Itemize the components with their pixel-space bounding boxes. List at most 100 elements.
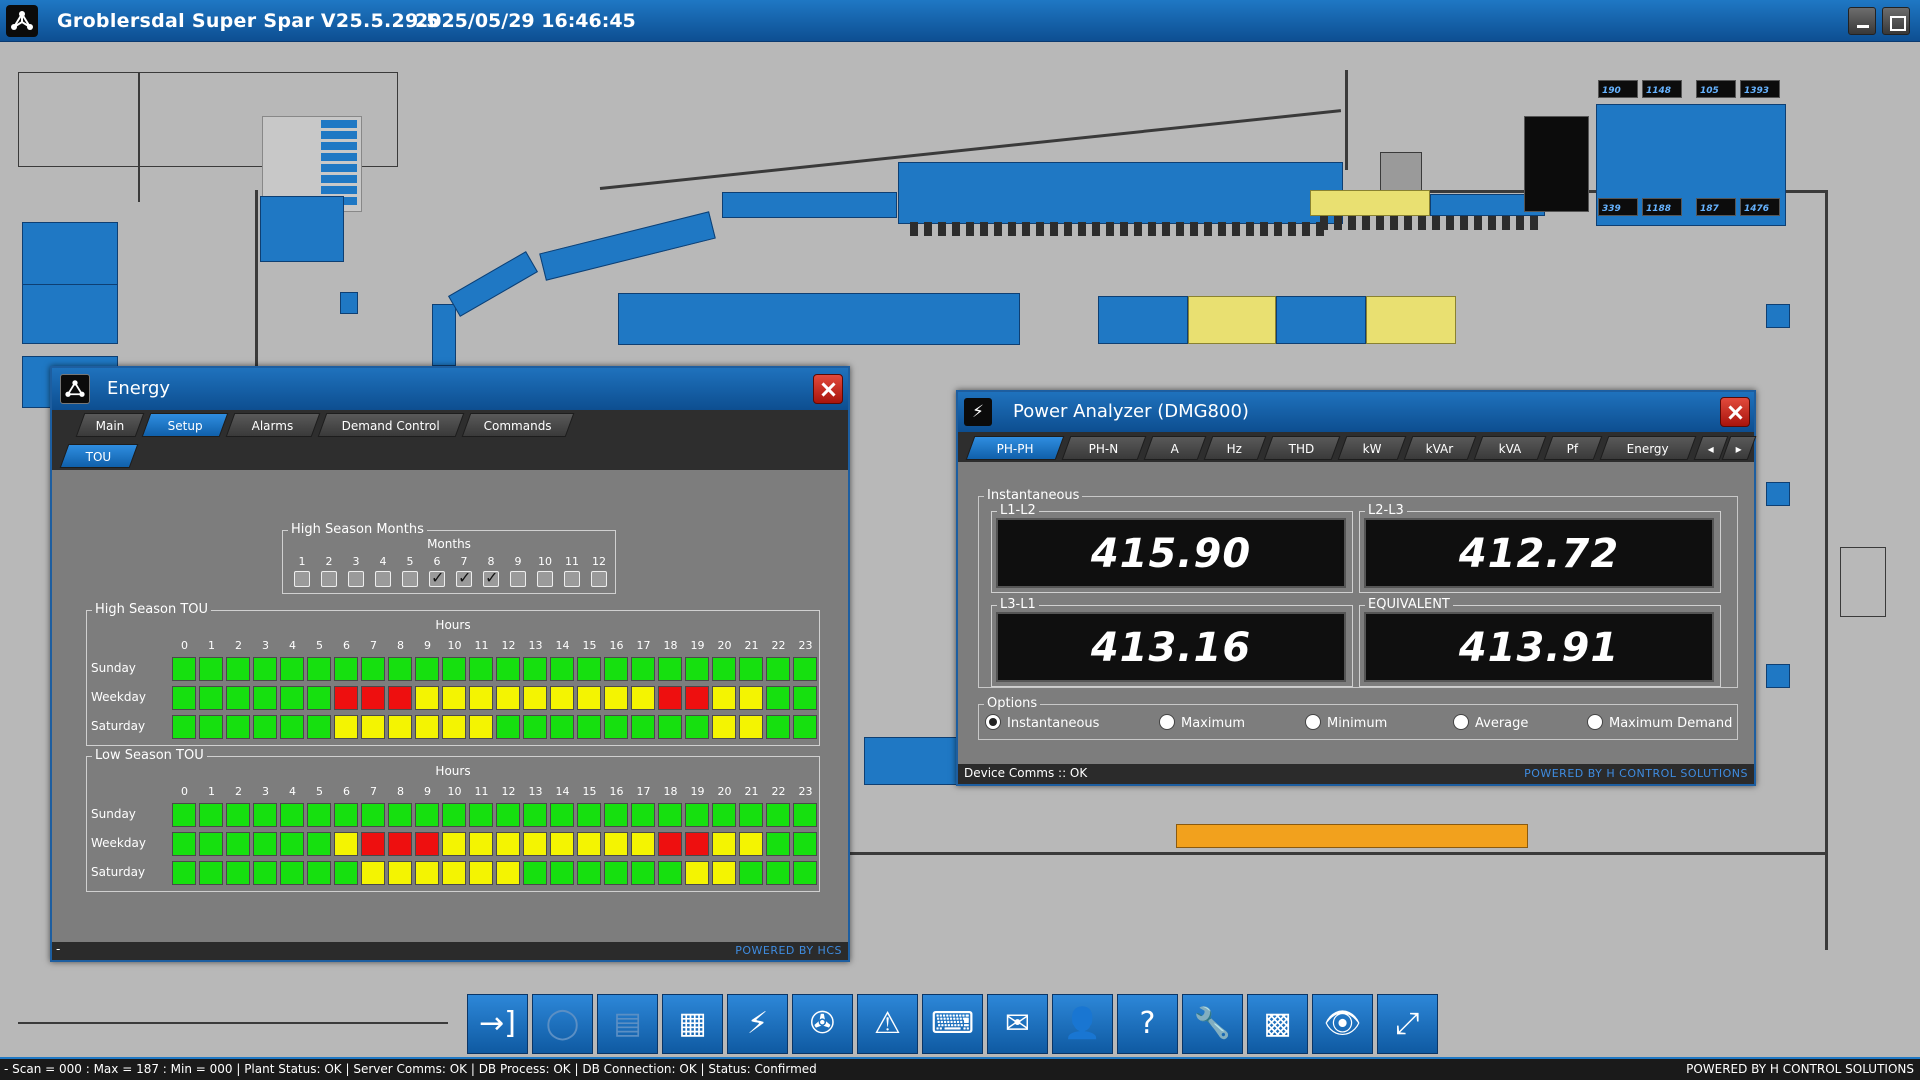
tou-cell[interactable] [415, 861, 439, 885]
tou-cell[interactable] [550, 832, 574, 856]
tab-energy[interactable]: Energy [1599, 436, 1697, 460]
option-minimum-radio[interactable]: Minimum [1305, 714, 1387, 731]
tou-cell[interactable] [280, 715, 304, 739]
tou-cell[interactable] [415, 803, 439, 827]
tou-cell[interactable] [388, 803, 412, 827]
tou-cell[interactable] [172, 715, 196, 739]
tou-cell[interactable] [307, 715, 331, 739]
tou-cell[interactable] [496, 803, 520, 827]
tou-cell[interactable] [550, 657, 574, 681]
tou-cell[interactable] [631, 715, 655, 739]
tou-cell[interactable] [307, 657, 331, 681]
tou-cell[interactable] [226, 686, 250, 710]
tou-cell[interactable] [604, 861, 628, 885]
expand-button[interactable]: ⤢ [1377, 994, 1438, 1054]
tou-cell[interactable] [172, 686, 196, 710]
tou-cell[interactable] [658, 715, 682, 739]
tou-cell[interactable] [199, 686, 223, 710]
tou-cell[interactable] [631, 861, 655, 885]
tab-kvar[interactable]: kVAr [1403, 436, 1477, 460]
tou-cell[interactable] [523, 657, 547, 681]
tou-cell[interactable] [226, 657, 250, 681]
tou-cell[interactable] [631, 657, 655, 681]
month-checkbox[interactable] [402, 571, 418, 587]
tab-thd[interactable]: THD [1263, 436, 1341, 460]
tou-cell[interactable] [199, 657, 223, 681]
tou-cell[interactable] [793, 832, 817, 856]
tou-cell[interactable] [226, 832, 250, 856]
tou-cell[interactable] [388, 657, 412, 681]
sensor-tile[interactable] [1766, 664, 1790, 688]
display-case[interactable] [539, 211, 716, 281]
month-checkbox[interactable] [456, 568, 472, 587]
tou-cell[interactable] [199, 803, 223, 827]
view-button[interactable]: 👁 [1312, 994, 1373, 1054]
qr-button[interactable]: ▩ [1247, 994, 1308, 1054]
tou-cell[interactable] [361, 861, 385, 885]
island-case[interactable] [618, 293, 1020, 345]
tab-kva[interactable]: kVA [1473, 436, 1547, 460]
tab-pf[interactable]: Pf [1543, 436, 1603, 460]
tou-cell[interactable] [469, 832, 493, 856]
month-checkbox[interactable] [510, 571, 526, 587]
tou-cell[interactable] [766, 832, 790, 856]
tou-cell[interactable] [712, 803, 736, 827]
tou-cell[interactable] [712, 657, 736, 681]
refresh-button[interactable]: ◯ [532, 994, 593, 1054]
tou-cell[interactable] [253, 803, 277, 827]
display-case[interactable] [432, 304, 456, 366]
tab-kw[interactable]: kW [1337, 436, 1407, 460]
tou-cell[interactable] [523, 861, 547, 885]
tou-cell[interactable] [442, 715, 466, 739]
tou-cell[interactable] [469, 686, 493, 710]
tou-cell[interactable] [442, 832, 466, 856]
tou-cell[interactable] [550, 715, 574, 739]
tou-cell[interactable] [766, 715, 790, 739]
tou-cell[interactable] [793, 686, 817, 710]
tab-main[interactable]: Main [75, 413, 145, 437]
tou-cell[interactable] [631, 686, 655, 710]
tou-cell[interactable] [388, 686, 412, 710]
tou-cell[interactable] [361, 686, 385, 710]
restore-button[interactable] [1882, 7, 1910, 35]
tou-cell[interactable] [793, 803, 817, 827]
tou-cell[interactable] [199, 832, 223, 856]
tou-cell[interactable] [577, 657, 601, 681]
butchery-case[interactable] [260, 196, 344, 262]
tou-cell[interactable] [415, 686, 439, 710]
island-case[interactable] [1098, 296, 1188, 344]
tou-cell[interactable] [388, 861, 412, 885]
sensor-tile[interactable] [1766, 304, 1790, 328]
month-checkbox[interactable] [375, 571, 391, 587]
island-case[interactable] [1188, 296, 1276, 344]
tou-cell[interactable] [415, 657, 439, 681]
tou-cell[interactable] [739, 715, 763, 739]
tou-cell[interactable] [523, 803, 547, 827]
tou-cell[interactable] [442, 861, 466, 885]
tab-tou[interactable]: TOU [59, 444, 139, 468]
tou-cell[interactable] [334, 861, 358, 885]
tou-cell[interactable] [577, 686, 601, 710]
display-case[interactable] [1310, 190, 1430, 216]
tou-cell[interactable] [172, 832, 196, 856]
tou-cell[interactable] [388, 832, 412, 856]
display-case[interactable] [722, 192, 897, 218]
tou-cell[interactable] [658, 832, 682, 856]
tou-cell[interactable] [658, 861, 682, 885]
tou-cell[interactable] [253, 657, 277, 681]
tab-alarms[interactable]: Alarms [225, 413, 321, 437]
keyboard-button[interactable]: ⌨ [922, 994, 983, 1054]
tab-a[interactable]: A [1143, 436, 1207, 460]
tou-cell[interactable] [334, 715, 358, 739]
island-case[interactable] [1276, 296, 1366, 344]
tou-cell[interactable] [469, 803, 493, 827]
tou-cell[interactable] [658, 657, 682, 681]
tou-cell[interactable] [334, 803, 358, 827]
tou-cell[interactable] [496, 715, 520, 739]
tou-cell[interactable] [253, 715, 277, 739]
tou-cell[interactable] [307, 686, 331, 710]
alarm-button[interactable]: ⚠ [857, 994, 918, 1054]
energy-management-tile[interactable] [1524, 116, 1589, 212]
month-checkbox[interactable] [483, 568, 499, 587]
tou-cell[interactable] [469, 715, 493, 739]
